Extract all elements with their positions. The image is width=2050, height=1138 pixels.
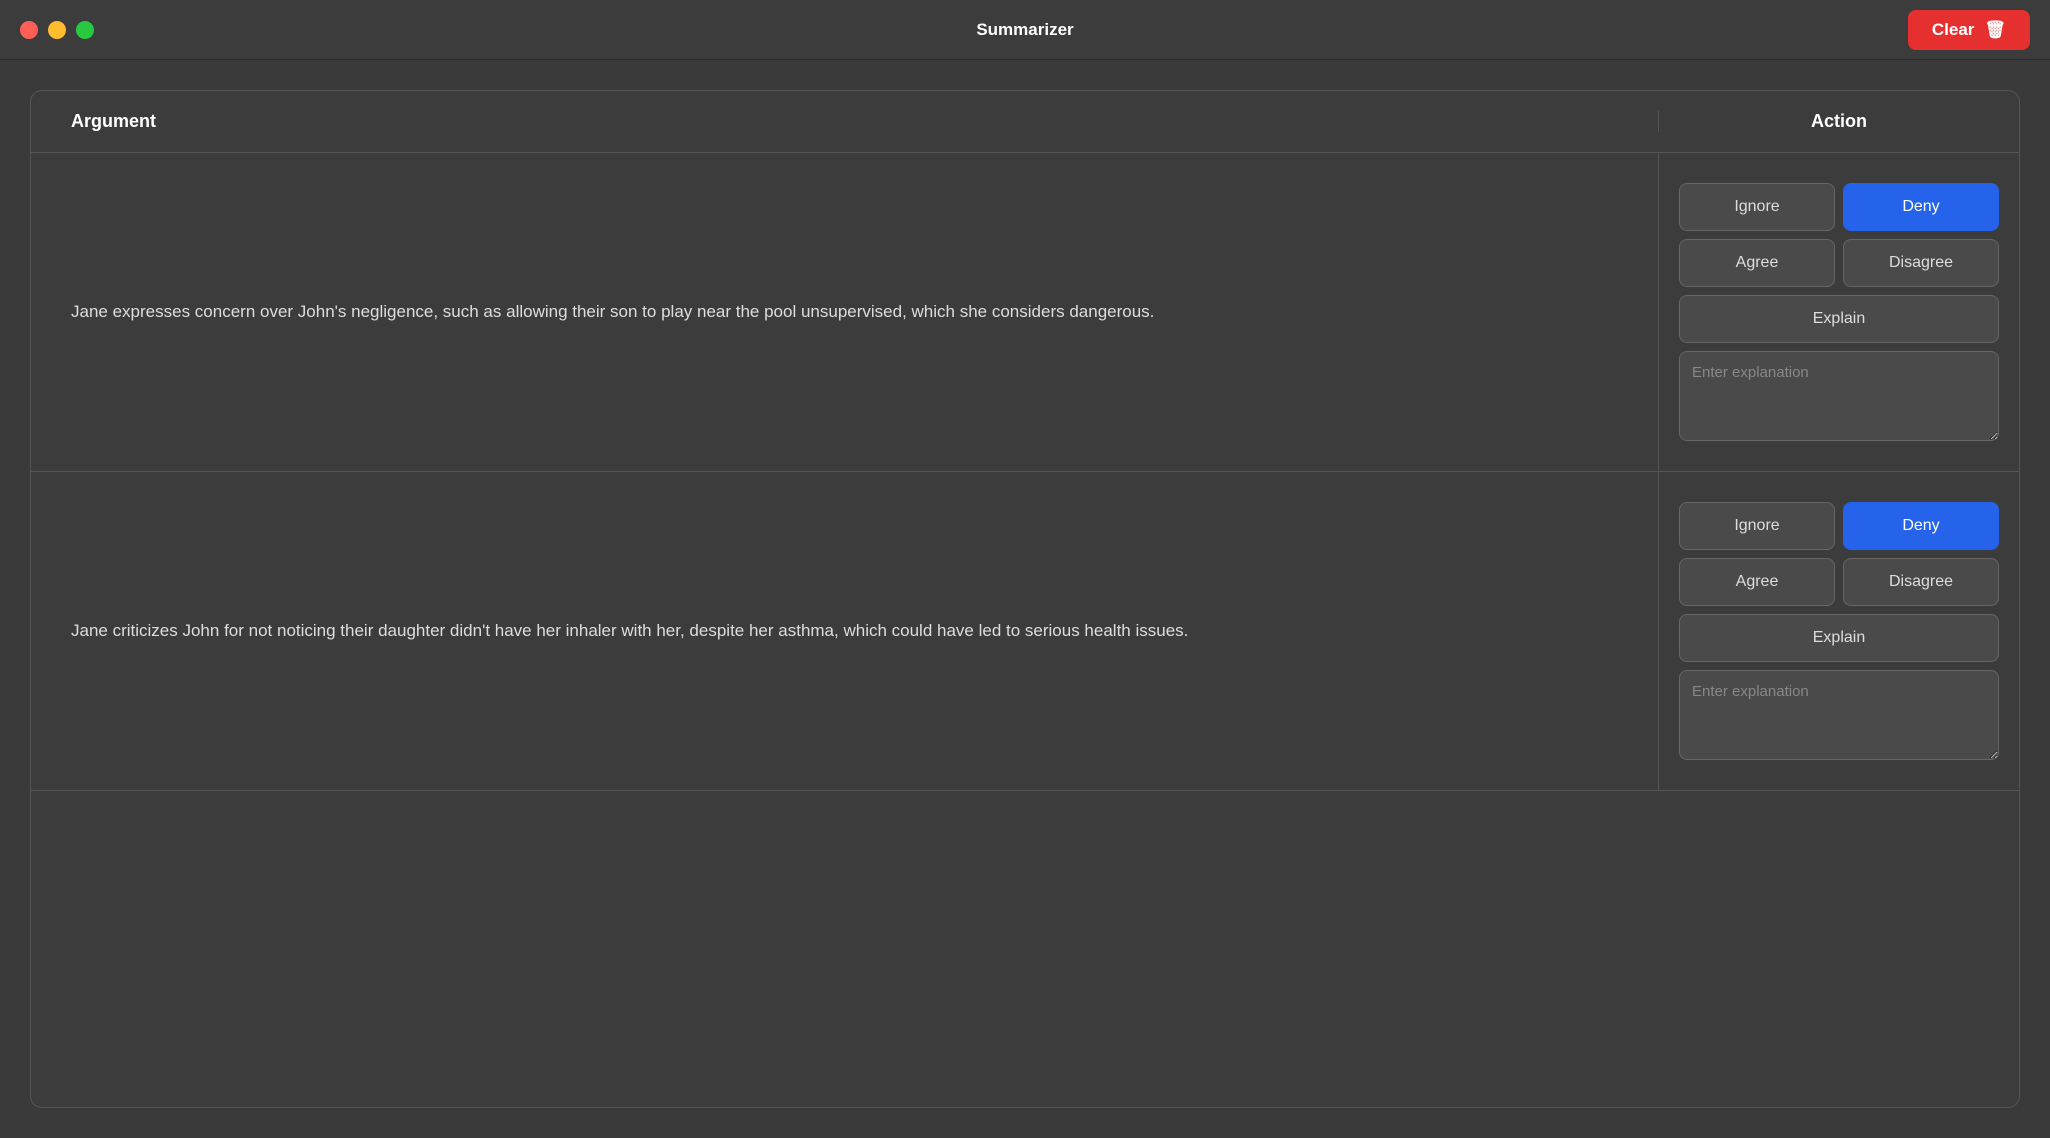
explanation-textarea-2[interactable] — [1679, 670, 1999, 760]
traffic-lights — [20, 21, 94, 39]
table-container: Argument Action Jane expresses concern o… — [30, 90, 2020, 1108]
maximize-button[interactable] — [76, 21, 94, 39]
argument-text-2: Jane criticizes John for not noticing th… — [71, 617, 1188, 644]
agree-button-1[interactable]: Agree — [1679, 239, 1835, 287]
titlebar: Summarizer Clear 🗑 — [0, 0, 2050, 60]
disagree-button-2[interactable]: Disagree — [1843, 558, 1999, 606]
ignore-button-2[interactable]: Ignore — [1679, 502, 1835, 550]
action-cell-1: Ignore Deny Agree Disagree Explain — [1659, 153, 2019, 471]
ignore-deny-row-1: Ignore Deny — [1679, 183, 1999, 231]
disagree-button-1[interactable]: Disagree — [1843, 239, 1999, 287]
clear-button[interactable]: Clear 🗑 — [1908, 10, 2030, 50]
explanation-textarea-1[interactable] — [1679, 351, 1999, 441]
agree-disagree-row-1: Agree Disagree — [1679, 239, 1999, 287]
explain-row-2: Explain — [1679, 614, 1999, 662]
table-header: Argument Action — [31, 91, 2019, 153]
ignore-button-1[interactable]: Ignore — [1679, 183, 1835, 231]
app-title: Summarizer — [976, 20, 1073, 40]
explain-row-1: Explain — [1679, 295, 1999, 343]
deny-button-1[interactable]: Deny — [1843, 183, 1999, 231]
argument-text-1: Jane expresses concern over John's negli… — [71, 298, 1154, 325]
action-header: Action — [1659, 111, 2019, 132]
explain-button-2[interactable]: Explain — [1679, 614, 1999, 662]
agree-disagree-row-2: Agree Disagree — [1679, 558, 1999, 606]
trash-icon: 🗑 — [1984, 20, 2006, 40]
close-button[interactable] — [20, 21, 38, 39]
deny-button-2[interactable]: Deny — [1843, 502, 1999, 550]
argument-cell-1: Jane expresses concern over John's negli… — [31, 153, 1659, 471]
main-content: Argument Action Jane expresses concern o… — [0, 60, 2050, 1138]
action-cell-2: Ignore Deny Agree Disagree Explain — [1659, 472, 2019, 790]
minimize-button[interactable] — [48, 21, 66, 39]
argument-header: Argument — [31, 111, 1659, 132]
argument-cell-2: Jane criticizes John for not noticing th… — [31, 472, 1659, 790]
table-row: Jane expresses concern over John's negli… — [31, 153, 2019, 472]
agree-button-2[interactable]: Agree — [1679, 558, 1835, 606]
clear-label: Clear — [1932, 20, 1975, 40]
ignore-deny-row-2: Ignore Deny — [1679, 502, 1999, 550]
table-row: Jane criticizes John for not noticing th… — [31, 472, 2019, 791]
explain-button-1[interactable]: Explain — [1679, 295, 1999, 343]
